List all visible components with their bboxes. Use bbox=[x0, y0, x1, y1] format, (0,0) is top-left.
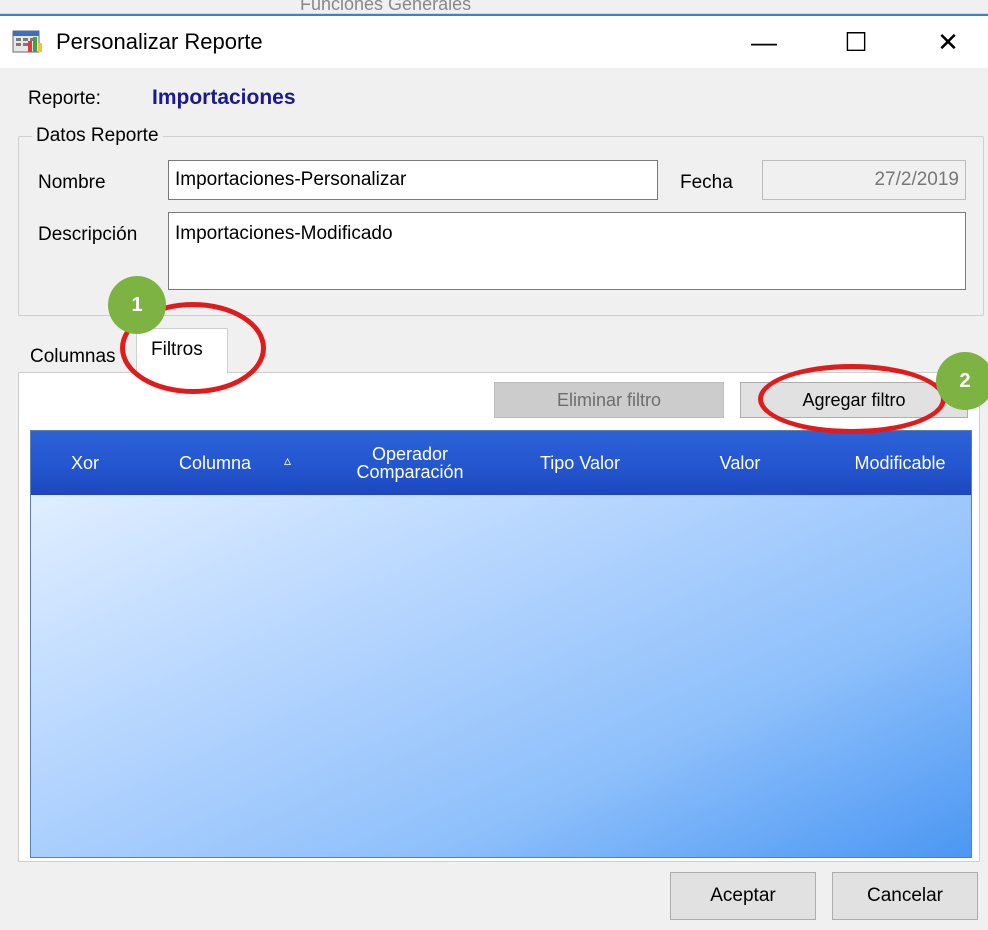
report-app-icon bbox=[12, 28, 42, 54]
close-button[interactable]: ✕ bbox=[904, 16, 988, 68]
column-header-columna[interactable]: Columna bbox=[150, 431, 280, 495]
report-label: Reporte: bbox=[28, 88, 101, 109]
annotation-badge-1: 1 bbox=[108, 276, 166, 334]
fecha-field: 27/2/2019 bbox=[762, 160, 966, 200]
aceptar-button[interactable]: Aceptar bbox=[670, 872, 816, 920]
nombre-label: Nombre bbox=[38, 172, 106, 193]
minimize-icon: — bbox=[751, 26, 777, 57]
background-window-strip: Funciones Generales bbox=[0, 0, 988, 14]
background-window-text: Funciones Generales bbox=[300, 0, 472, 14]
annotation-badge-2: 2 bbox=[936, 352, 988, 410]
close-icon: ✕ bbox=[937, 26, 959, 57]
annotation-ring-2 bbox=[758, 364, 946, 434]
fecha-label: Fecha bbox=[680, 172, 733, 193]
eliminar-filtro-button[interactable]: Eliminar filtro bbox=[494, 382, 724, 418]
column-header-tipo-valor[interactable]: Tipo Valor bbox=[510, 431, 650, 495]
maximize-icon: ☐ bbox=[844, 26, 868, 57]
sort-ascending-icon: ▵ bbox=[284, 452, 292, 468]
column-header-operador-comparacion[interactable]: Operador Comparación bbox=[320, 431, 500, 495]
descripcion-label: Descripción bbox=[38, 224, 138, 245]
nombre-input[interactable]: Importaciones-Personalizar bbox=[168, 160, 658, 200]
descripcion-textarea[interactable]: Importaciones-Modificado bbox=[168, 212, 966, 290]
title-bar[interactable]: Personalizar Reporte — ☐ ✕ bbox=[0, 14, 988, 68]
column-header-xor[interactable]: Xor bbox=[40, 431, 130, 495]
maximize-button[interactable]: ☐ bbox=[812, 16, 900, 68]
column-header-valor[interactable]: Valor bbox=[680, 431, 800, 495]
column-header-modificable[interactable]: Modificable bbox=[830, 431, 970, 495]
report-name: Importaciones bbox=[152, 86, 296, 109]
datos-reporte-title: Datos Reporte bbox=[32, 125, 163, 147]
cancelar-button[interactable]: Cancelar bbox=[832, 872, 978, 920]
window-title: Personalizar Reporte bbox=[56, 29, 263, 54]
minimize-button[interactable]: — bbox=[720, 16, 808, 68]
